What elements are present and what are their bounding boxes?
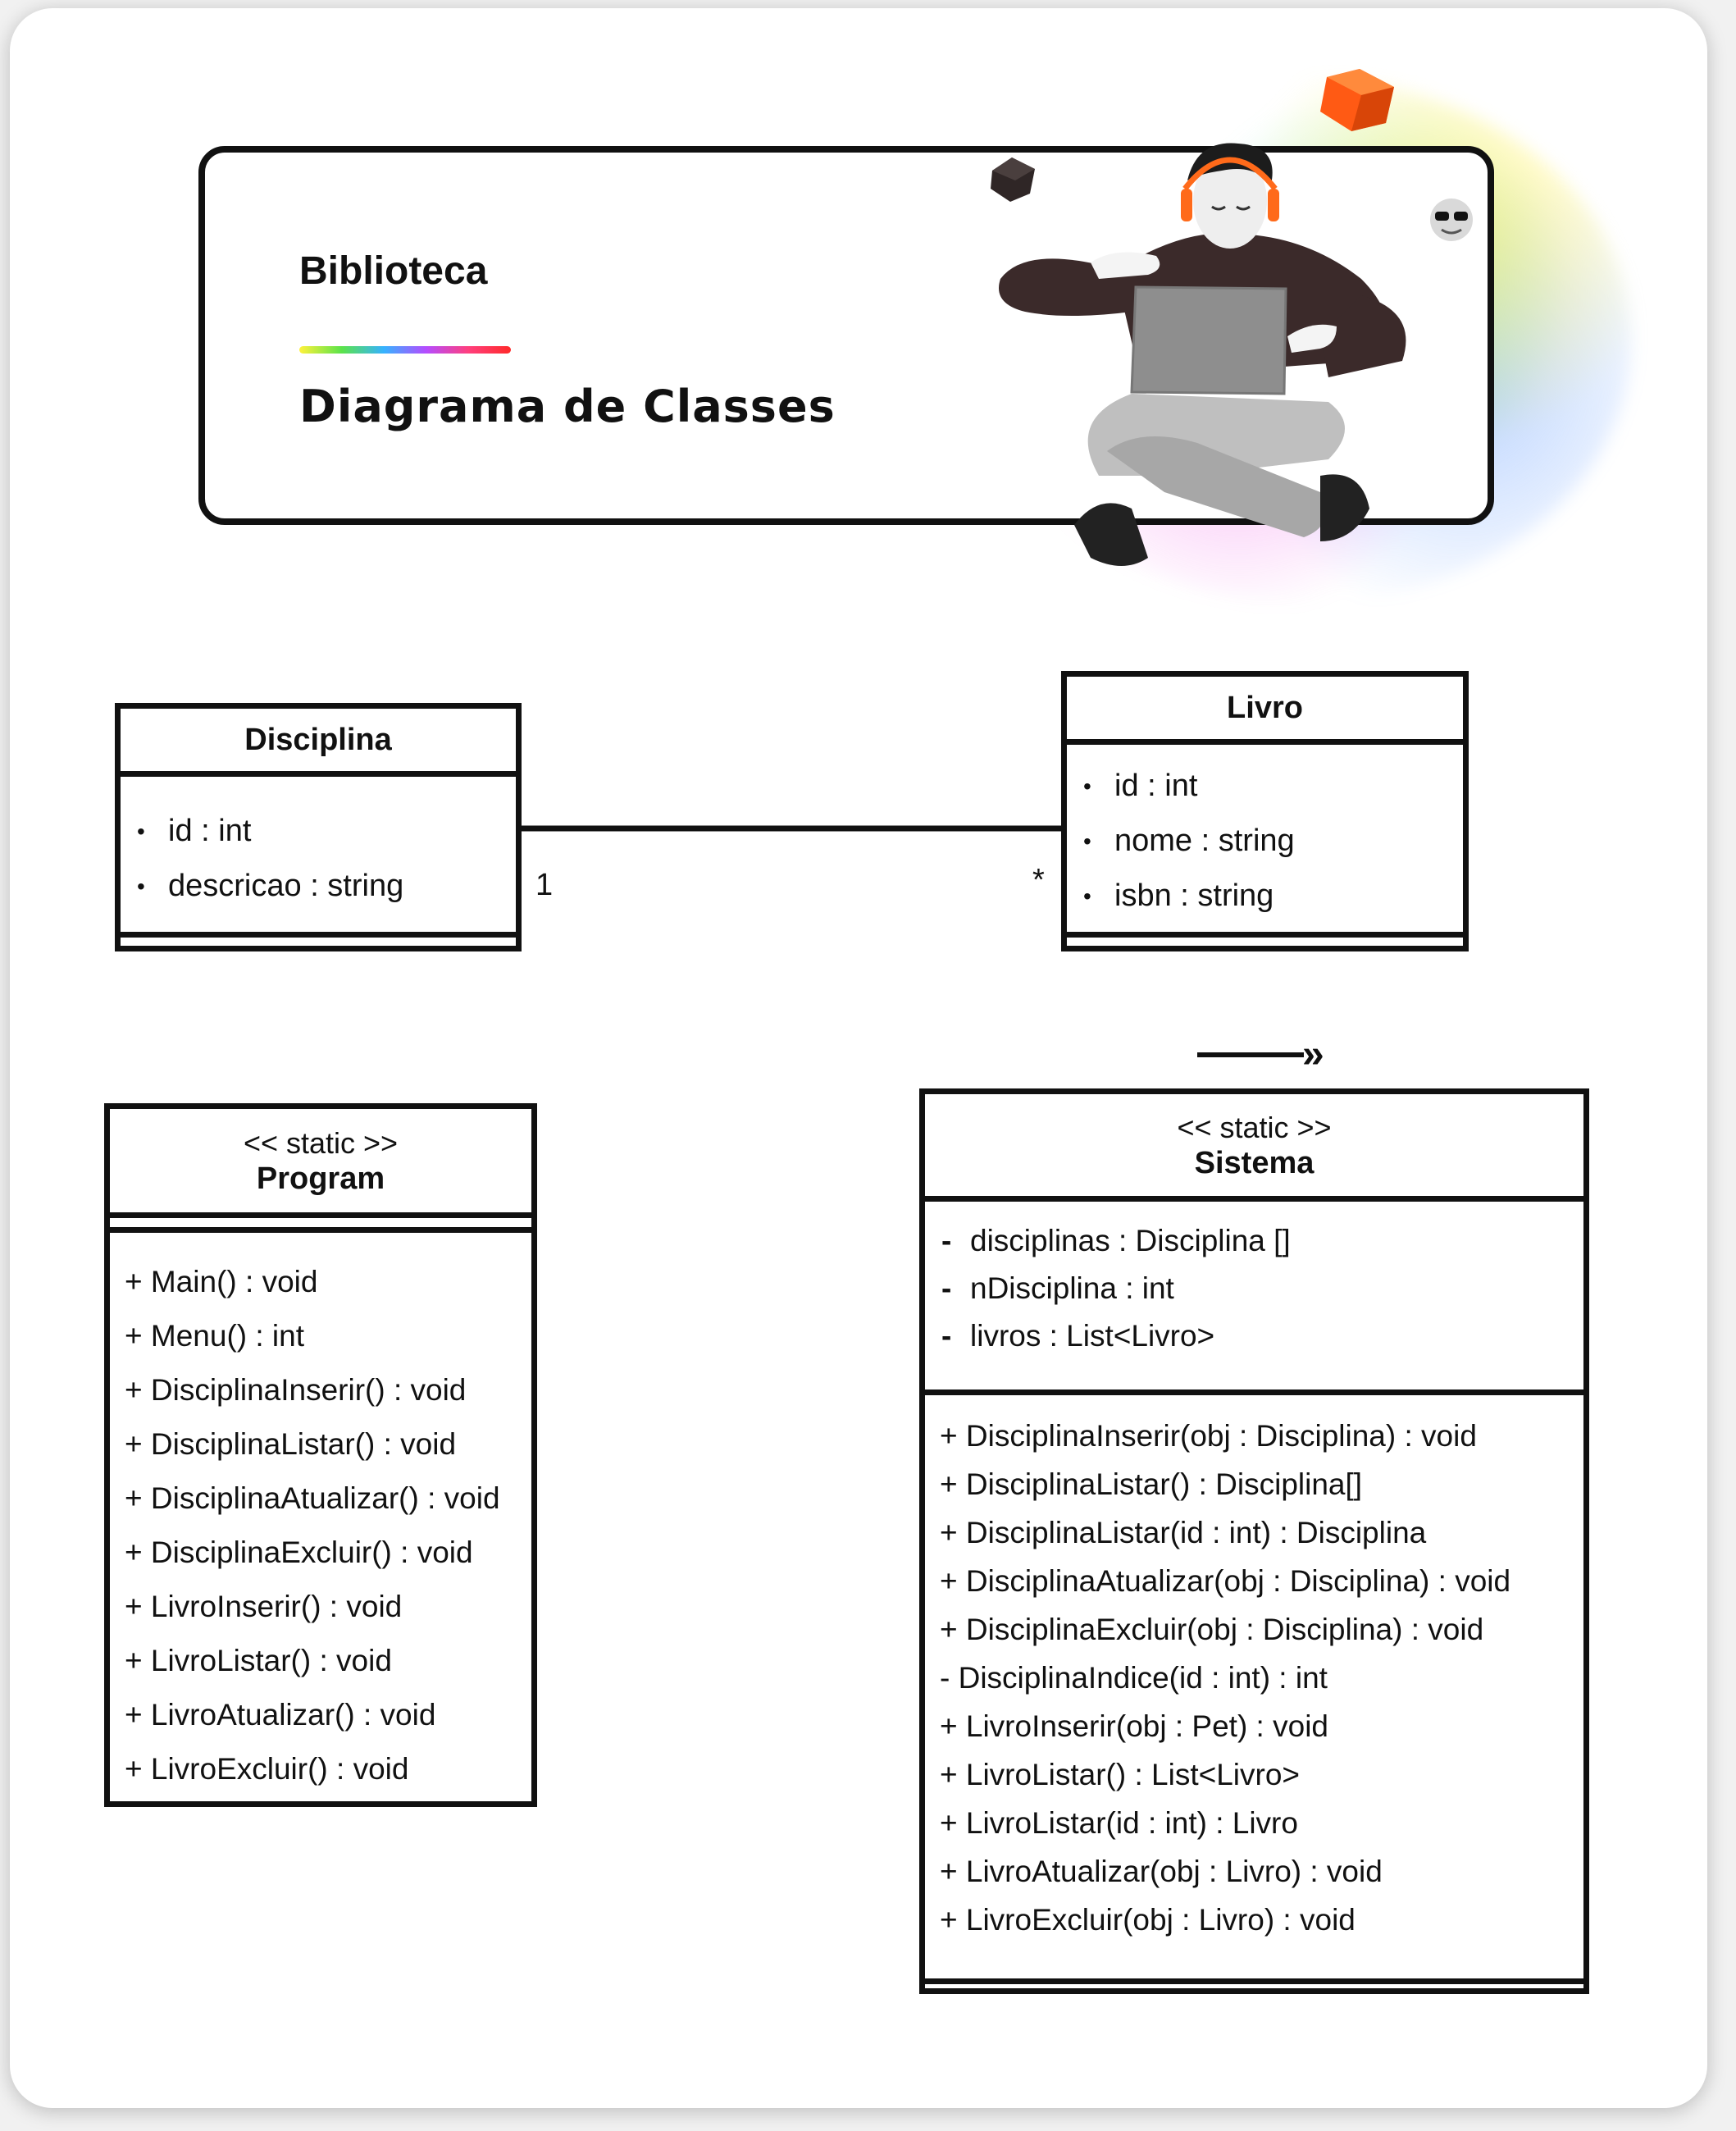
attribute-row: descricao : string	[121, 859, 516, 914]
operation-row: + LivroListar(id : int) : Livro	[940, 1806, 1298, 1840]
class-disciplina-name: Disciplina	[244, 722, 392, 757]
rainbow-divider	[299, 346, 511, 354]
multiplicity-disciplina: 1	[535, 868, 554, 902]
class-livro-header: Livro	[1067, 677, 1463, 745]
class-livro-attributes: id : int nome : string isbn : string	[1067, 759, 1463, 924]
class-sistema: << static >> Sistema disciplinas : Disci…	[919, 1088, 1589, 1994]
operation-row: + LivroListar() : List<Livro>	[940, 1758, 1301, 1791]
operation-row: + LivroInserir(obj : Pet) : void	[940, 1709, 1328, 1743]
class-sistema-attributes: disciplinas : Disciplina [] nDisciplina …	[925, 1217, 1583, 1360]
operation-row: + LivroAtualizar(obj : Livro) : void	[940, 1855, 1383, 1888]
sunglasses-emoji-icon	[1430, 198, 1473, 241]
person-with-laptop-illustration	[991, 69, 1473, 566]
operation-row: - DisciplinaIndice(id : int) : int	[940, 1661, 1328, 1695]
operation-row: + DisciplinaListar(id : int) : Disciplin…	[940, 1516, 1427, 1549]
class-sistema-bottom-divider	[925, 1978, 1583, 1984]
class-livro: Livro id : int nome : string isbn : stri…	[1061, 671, 1469, 951]
attribute-row: livros : List<Livro>	[925, 1312, 1583, 1360]
multiplicity-livro: *	[1032, 863, 1045, 897]
class-sistema-stereotype: << static >>	[1177, 1110, 1332, 1144]
class-sistema-operations: + DisciplinaInserir(obj : Disciplina) : …	[925, 1412, 1583, 1944]
operation-row: + DisciplinaExcluir(obj : Disciplina) : …	[940, 1613, 1484, 1646]
class-program-operations: + Main() : void + Menu() : int + Discipl…	[110, 1255, 531, 1796]
class-program-stereotype: << static >>	[243, 1125, 399, 1160]
operation-row: + LivroExcluir() : void	[125, 1752, 409, 1786]
arrow-chevron-icon: »	[1302, 1033, 1324, 1076]
class-program-header: << static >> Program	[110, 1109, 531, 1218]
app-title: Biblioteca	[299, 249, 488, 293]
attribute-row: id : int	[121, 804, 516, 859]
operation-row: + LivroExcluir(obj : Livro) : void	[940, 1903, 1356, 1937]
operation-row: + LivroListar() : void	[125, 1644, 392, 1677]
class-disciplina-methods-divider	[121, 932, 516, 938]
operation-row: + DisciplinaListar() : void	[125, 1427, 457, 1461]
operation-row: + DisciplinaListar() : Disciplina[]	[940, 1467, 1363, 1501]
attribute-row: nDisciplina : int	[925, 1265, 1583, 1312]
attribute-row: isbn : string	[1067, 869, 1463, 924]
operation-row: + Menu() : int	[125, 1319, 305, 1353]
class-disciplina-attributes: id : int descricao : string	[121, 804, 516, 914]
operation-row: + DisciplinaInserir() : void	[125, 1373, 467, 1407]
operation-row: + LivroInserir() : void	[125, 1590, 403, 1623]
operation-row: + DisciplinaInserir(obj : Disciplina) : …	[940, 1419, 1477, 1453]
attribute-row: nome : string	[1067, 814, 1463, 869]
class-sistema-name: Sistema	[1194, 1145, 1315, 1180]
class-livro-name: Livro	[1227, 690, 1303, 725]
class-livro-methods-divider	[1067, 932, 1463, 938]
operation-row: + DisciplinaAtualizar() : void	[125, 1481, 500, 1515]
attribute-row: id : int	[1067, 759, 1463, 814]
attribute-row: disciplinas : Disciplina []	[925, 1217, 1583, 1265]
class-sistema-operations-divider	[925, 1389, 1583, 1395]
class-program: << static >> Program + Main() : void + M…	[104, 1103, 537, 1807]
page-title: Diagrama de Classes	[299, 381, 836, 432]
class-disciplina-header: Disciplina	[121, 709, 516, 777]
operation-row: + LivroAtualizar() : void	[125, 1698, 436, 1732]
operation-row: + Main() : void	[125, 1265, 318, 1298]
class-program-name: Program	[256, 1161, 385, 1196]
class-disciplina: Disciplina id : int descricao : string	[115, 703, 522, 951]
orange-cube-icon	[1320, 69, 1394, 131]
class-program-attributes-divider	[110, 1227, 531, 1233]
dark-cube-icon	[991, 157, 1035, 202]
class-sistema-header: << static >> Sistema	[925, 1094, 1583, 1202]
operation-row: + DisciplinaAtualizar(obj : Disciplina) …	[940, 1564, 1511, 1598]
operation-row: + DisciplinaExcluir() : void	[125, 1536, 473, 1569]
